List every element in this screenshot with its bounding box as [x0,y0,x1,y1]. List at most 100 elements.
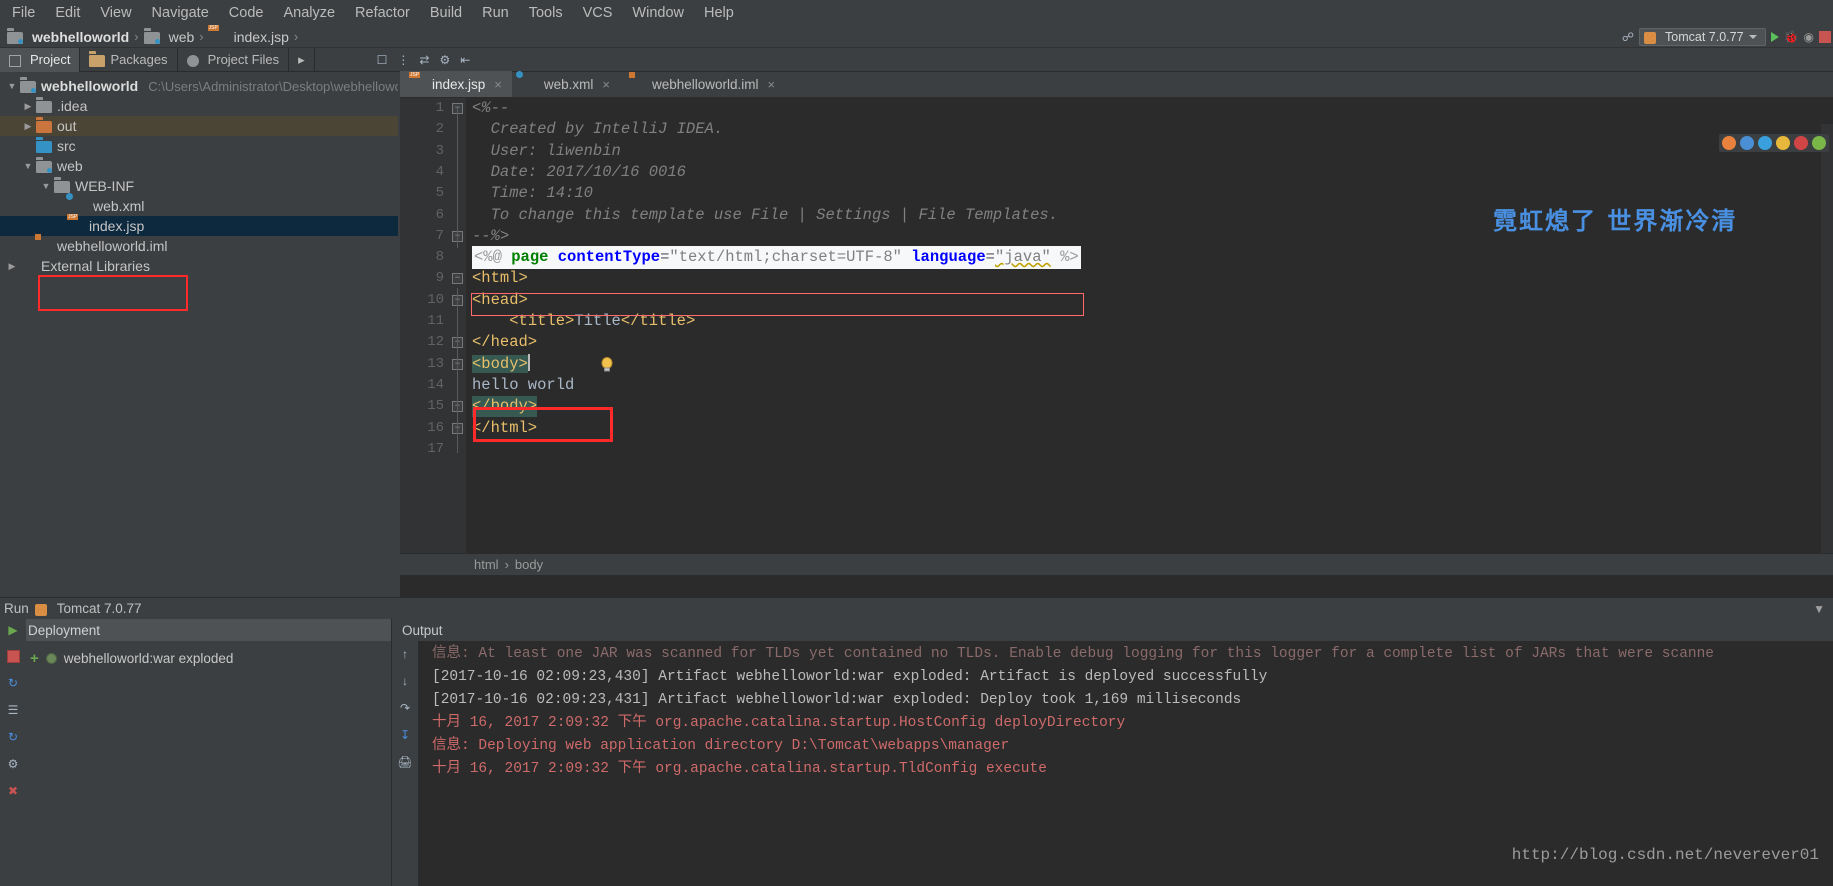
hide-panel-icon[interactable]: ▼ [1813,602,1825,616]
editor-tab-index-jsp[interactable]: index.jsp × [400,71,512,97]
menu-item-run[interactable]: Run [472,3,519,23]
code-line: 4 Date: 2017/10/16 0016 [400,162,1833,183]
tree-node-src[interactable]: ▶ src [0,136,398,156]
expand-all-icon[interactable]: ⋮ [397,53,409,67]
project-tree[interactable]: ▼ webhelloworld C:\Users\Administrator\D… [0,72,398,597]
tree-node-web-xml[interactable]: ▶ web.xml [0,196,398,216]
close-icon[interactable]: × [768,77,776,92]
chevron-right-icon[interactable]: ▶ [4,261,20,272]
menu-item-help[interactable]: Help [694,3,744,23]
console-line: [2017-10-16 02:09:23,430] Artifact webhe… [432,666,1833,689]
menu-item-analyze[interactable]: Analyze [273,3,345,23]
settings-gear-icon[interactable]: ⚙ [8,757,19,771]
scroll-down-icon[interactable]: ↓ [402,674,408,688]
web-folder-icon [36,159,52,173]
stop-icon[interactable] [7,650,20,663]
tree-node-web-inf[interactable]: ▼ WEB-INF [0,176,398,196]
line-number: 8 [400,247,444,268]
breadcrumb-item-project[interactable]: webhelloworld [4,29,132,45]
edge-browser-icon[interactable] [1812,136,1826,150]
chevron-right-icon[interactable]: ▶ [20,101,36,112]
ie-browser-icon[interactable] [1758,136,1772,150]
menu-item-file[interactable]: File [2,3,45,23]
structure-crumb-body[interactable]: body [515,557,543,572]
navbar-right-toolbar: ☍ Tomcat 7.0.77 🐞 ◉ [1622,26,1831,48]
chevron-right-icon[interactable]: ▶ [20,121,36,132]
opera-browser-icon[interactable] [1776,136,1790,150]
vcs-branch-icon[interactable]: ☍ [1622,30,1634,44]
tree-node-webhelloworld[interactable]: ▼ webhelloworld C:\Users\Administrator\D… [0,76,398,96]
tab-project[interactable]: Project [0,48,80,72]
output-console[interactable]: 信息: At least one JAR was scanned for TLD… [418,641,1833,886]
iml-file-icon [630,77,646,91]
output-header: Output [392,619,1833,641]
menu-item-navigate[interactable]: Navigate [142,3,219,23]
menu-item-view[interactable]: View [90,3,141,23]
expand-plus-icon[interactable]: + [30,650,39,667]
editor-tab-web-xml[interactable]: web.xml × [512,71,620,97]
line-number: 5 [400,183,444,204]
collapse-all-icon[interactable]: ☐ [377,53,388,67]
title-content: Title [574,312,621,330]
stop-button-icon[interactable] [1819,31,1831,43]
tree-node-web[interactable]: ▼ web [0,156,398,176]
structure-crumb-html[interactable]: html [474,557,499,572]
chevron-down-icon[interactable]: ▼ [20,161,36,171]
code-line-hello-world: 14 hello world [400,375,1833,396]
run-tool-window-header: Run Tomcat 7.0.77 ▼ [0,598,1833,619]
debug-button-icon[interactable]: 🐞 [1784,30,1799,44]
tree-node-external-libraries[interactable]: ▶ External Libraries [0,256,398,276]
tab-packages[interactable]: Packages [80,48,177,72]
menu-item-window[interactable]: Window [622,3,694,23]
tab-overflow-button[interactable]: ▸ [289,48,315,72]
rerun-icon[interactable]: ▶ [8,623,17,637]
tree-node-out[interactable]: ▶ out [0,116,398,136]
deployment-artifact-item[interactable]: + webhelloworld:war exploded [0,647,391,669]
code-editor[interactable]: 1 − <%-- 2 Created by IntelliJ IDEA. 3 U… [400,98,1833,575]
menu-item-refactor[interactable]: Refactor [345,3,420,23]
print-icon[interactable]: 🖨 [397,755,412,769]
line-number: 14 [400,375,444,396]
menu-item-build[interactable]: Build [420,3,472,23]
threads-icon[interactable]: ☰ [8,703,19,717]
code-text: <body> [472,355,528,373]
update-icon[interactable]: ↻ [8,730,18,744]
chrome-browser-icon[interactable] [1722,136,1736,150]
safari-browser-icon[interactable] [1794,136,1808,150]
editor-tab-label: index.jsp [432,77,485,92]
menu-item-edit[interactable]: Edit [45,3,90,23]
fold-minus-icon[interactable]: − [452,273,463,284]
close-icon[interactable]: × [602,77,610,92]
chevron-down-icon[interactable] [1749,35,1757,39]
tree-node-label: out [57,118,76,134]
tab-project-files[interactable]: Project Files [178,48,290,72]
breadcrumb-item-web[interactable]: web [141,29,198,45]
scroll-from-source-icon[interactable]: ⇄ [419,53,429,67]
module-icon [7,30,23,44]
chevron-down-icon[interactable]: ▼ [4,81,20,91]
run-button-icon[interactable] [1771,32,1779,42]
editor-tab-webhelloworld-iml[interactable]: webhelloworld.iml × [620,71,785,97]
breadcrumb-item-index-jsp[interactable]: index.jsp [206,29,292,45]
settings-gear-icon[interactable]: ⚙ [439,53,450,67]
tree-node-idea[interactable]: ▶ .idea [0,96,398,116]
menu-item-vcs[interactable]: VCS [573,3,623,23]
hide-toolwindow-icon[interactable]: ⇤ [460,53,470,67]
menu-item-tools[interactable]: Tools [519,3,573,23]
restart-icon[interactable]: ↻ [8,676,18,690]
run-configuration-selector[interactable]: Tomcat 7.0.77 [1639,28,1766,46]
console-line: 信息: Deploying web application directory … [432,735,1833,758]
tree-node-index-jsp[interactable]: ▶ index.jsp [0,216,398,236]
soft-wrap-icon[interactable]: ↷ [400,701,410,715]
close-icon[interactable]: × [494,77,502,92]
scroll-up-icon[interactable]: ↑ [402,647,408,661]
scroll-to-end-icon[interactable]: ↧ [400,728,410,742]
coverage-button-icon[interactable]: ◉ [1804,30,1814,44]
line-number: 16 [400,418,444,439]
firefox-browser-icon[interactable] [1740,136,1754,150]
chevron-down-icon[interactable]: ▼ [38,181,54,191]
close-icon[interactable]: ✖ [8,784,18,798]
directive-open: <%@ [474,248,502,266]
menu-item-code[interactable]: Code [219,3,274,23]
tree-node-webhelloworld-iml[interactable]: ▶ webhelloworld.iml [0,236,398,256]
